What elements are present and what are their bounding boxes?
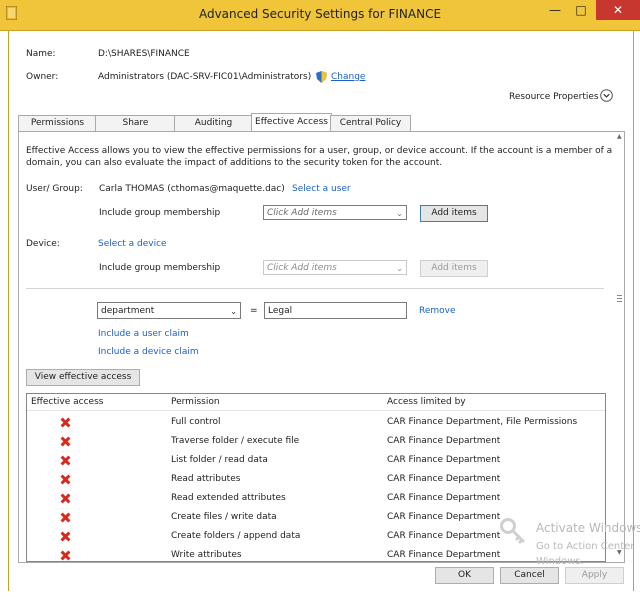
name-value: D:\SHARES\FINANCE — [98, 49, 190, 59]
permission-cell: Read attributes — [171, 474, 241, 484]
list-header: Effective access Permission Access limit… — [27, 394, 605, 411]
limited-by-cell: CAR Finance Department, File Permissions — [387, 417, 578, 427]
column-header-effective-access[interactable]: Effective access — [31, 397, 103, 407]
device-group-membership-combo[interactable]: Click Add items ⌄ — [263, 260, 407, 275]
chevron-down-icon: ⌄ — [396, 209, 403, 218]
limited-by-cell: CAR Finance Department — [387, 474, 501, 484]
ok-button[interactable]: OK — [435, 567, 494, 584]
remove-claim-link[interactable]: Remove — [419, 306, 456, 316]
deny-icon — [60, 474, 70, 484]
permission-cell: Read extended attributes — [171, 493, 286, 503]
watermark-line-1: Activate Windows — [536, 521, 640, 535]
watermark-line-3: Windows. — [536, 556, 584, 567]
owner-label: Owner: — [26, 72, 59, 82]
permission-cell: Traverse folder / execute file — [171, 436, 300, 446]
include-user-claim-link[interactable]: Include a user claim — [98, 329, 189, 339]
limited-by-cell: CAR Finance Department — [387, 436, 501, 446]
device-add-items-button[interactable]: Add items — [420, 260, 488, 277]
user-group-membership-combo[interactable]: Click Add items ⌄ — [263, 205, 407, 220]
tab-share[interactable]: Share — [95, 115, 176, 131]
deny-icon — [60, 455, 70, 465]
user-group-label: User/ Group: — [26, 184, 83, 194]
device-combo-placeholder: Click Add items — [267, 263, 337, 273]
deny-icon — [60, 550, 70, 560]
tab-permissions[interactable]: Permissions — [18, 115, 97, 131]
minimize-button[interactable]: — — [542, 0, 568, 20]
view-effective-access-button[interactable]: View effective access — [26, 369, 140, 386]
select-user-link[interactable]: Select a user — [292, 184, 351, 194]
description-line-1: Effective Access allows you to view the … — [26, 146, 613, 156]
tab-auditing[interactable]: Auditing — [174, 115, 253, 131]
column-header-permission[interactable]: Permission — [171, 397, 220, 407]
claim-value-input[interactable]: Legal — [264, 302, 407, 319]
include-device-claim-link[interactable]: Include a device claim — [98, 347, 199, 357]
user-combo-placeholder: Click Add items — [267, 208, 337, 218]
permission-cell: Create folders / append data — [171, 531, 301, 541]
limited-by-cell: CAR Finance Department — [387, 493, 501, 503]
device-include-group-label: Include group membership — [99, 263, 221, 273]
limited-by-cell: CAR Finance Department — [387, 455, 501, 465]
watermark-line-2: Go to Action Center — [536, 541, 635, 552]
deny-icon — [60, 512, 70, 522]
column-header-access-limited-by[interactable]: Access limited by — [387, 397, 466, 407]
divider — [26, 288, 604, 289]
claim-attribute-value: department — [101, 306, 155, 316]
title-bar: Advanced Security Settings for FINANCE —… — [0, 0, 640, 31]
table-row[interactable]: Traverse folder / execute file CAR Financ… — [27, 431, 605, 450]
table-row[interactable]: Full control CAR Finance Department, File… — [27, 412, 605, 431]
device-label: Device: — [26, 239, 60, 249]
tab-effective-access[interactable]: Effective Access — [251, 113, 332, 132]
scroll-up-icon[interactable]: ▲ — [617, 133, 622, 140]
resource-properties-label[interactable]: Resource Properties — [509, 92, 599, 102]
permission-cell: Create files / write data — [171, 512, 277, 522]
user-value: Carla THOMAS (cthomas@maquette.dac) — [99, 184, 285, 194]
owner-value: Administrators (DAC-SRV-FIC01\Administra… — [98, 72, 312, 82]
shield-icon — [316, 71, 327, 83]
panel-scrollbar[interactable]: ▲ ▼ — [615, 131, 624, 561]
chevron-down-icon: ⌄ — [396, 264, 403, 273]
deny-icon — [60, 436, 70, 446]
table-row[interactable]: Write attributes CAR Finance Department — [27, 545, 605, 561]
chevron-down-icon: ⌄ — [230, 307, 237, 316]
claim-operator: = — [250, 306, 258, 316]
close-button[interactable]: ✕ — [596, 0, 640, 20]
permission-cell: Full control — [171, 417, 221, 427]
description-line-2: domain, you can also evaluate the impact… — [26, 158, 443, 168]
permission-cell: Write attributes — [171, 550, 242, 560]
table-row[interactable]: Read attributes CAR Finance Department — [27, 469, 605, 488]
apply-button[interactable]: Apply — [565, 567, 624, 584]
limited-by-cell: CAR Finance Department — [387, 512, 501, 522]
chevron-down-icon[interactable] — [600, 89, 613, 102]
limited-by-cell: CAR Finance Department — [387, 531, 501, 541]
tab-central-policy[interactable]: Central Policy — [330, 115, 411, 131]
maximize-button[interactable]: □ — [568, 0, 594, 20]
add-items-button[interactable]: Add items — [420, 205, 488, 222]
claim-attribute-combo[interactable]: department ⌄ — [97, 302, 241, 319]
limited-by-cell: CAR Finance Department — [387, 550, 501, 560]
deny-icon — [60, 531, 70, 541]
select-device-link[interactable]: Select a device — [98, 239, 167, 249]
permission-cell: List folder / read data — [171, 455, 268, 465]
name-label: Name: — [26, 49, 56, 59]
deny-icon — [60, 493, 70, 503]
scroll-thumb[interactable] — [617, 289, 622, 309]
table-row[interactable]: List folder / read data CAR Finance Depar… — [27, 450, 605, 469]
key-icon — [500, 518, 526, 545]
change-owner-link[interactable]: Change — [331, 72, 365, 82]
include-group-label: Include group membership — [99, 208, 221, 218]
deny-icon — [60, 417, 70, 427]
table-row[interactable]: Read extended attributes CAR Finance Depa… — [27, 488, 605, 507]
cancel-button[interactable]: Cancel — [500, 567, 559, 584]
